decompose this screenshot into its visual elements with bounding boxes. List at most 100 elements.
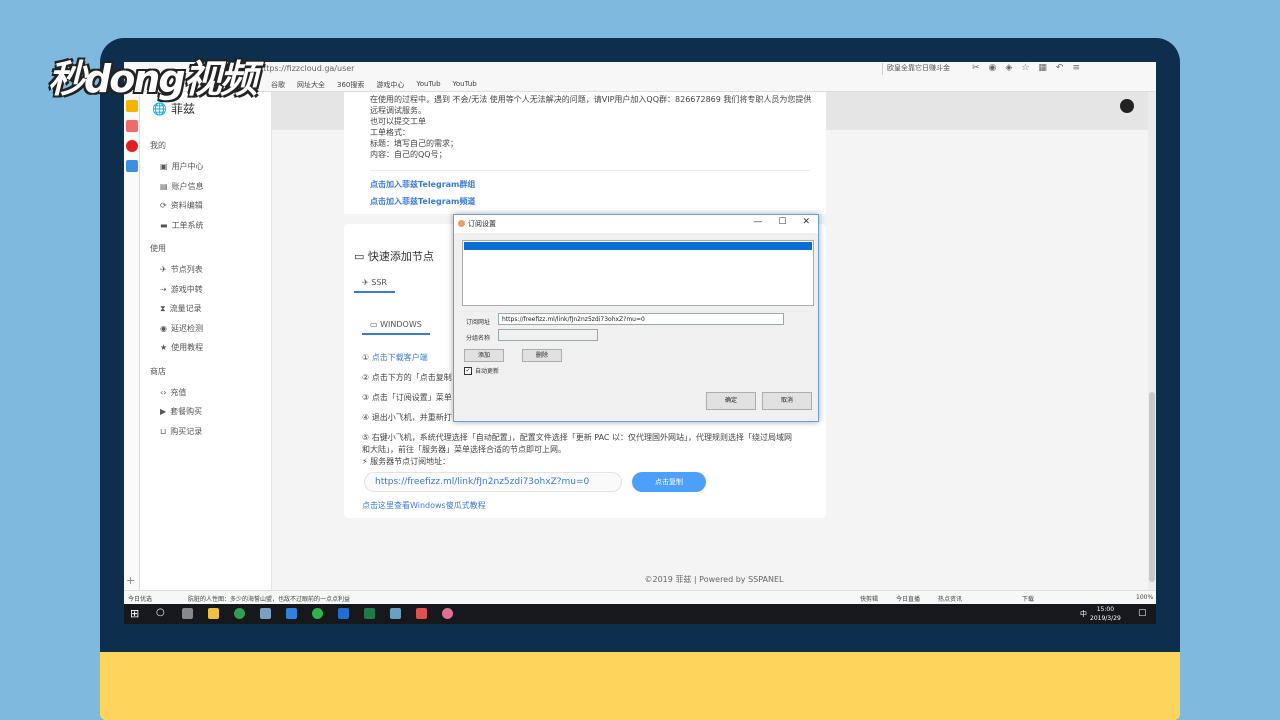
sidebar-item-user-center[interactable]: ▣ 用户中心 <box>140 157 272 177</box>
sidebar-item-buy-plan[interactable]: ▶ 套餐购买 <box>140 402 272 422</box>
notification-icon[interactable]: ▢ <box>1138 608 1147 618</box>
game-icon[interactable] <box>126 120 138 132</box>
status-item[interactable]: 今日直播 <box>896 594 920 603</box>
background-panel <box>100 650 1180 720</box>
video-icon: ▶ <box>160 407 167 417</box>
add-icon[interactable]: + <box>126 574 135 587</box>
section-title: 商店 <box>150 366 166 376</box>
wechat-icon[interactable] <box>312 608 323 619</box>
app-icon[interactable] <box>260 608 271 619</box>
clock[interactable]: 15:00 2019/3/29 <box>1090 605 1121 623</box>
notice-card: 在使用的过程中，遇到 不会/无法 使用等个人无法解决的问题，请VIP用户加入QQ… <box>344 92 826 214</box>
url-label: 订阅网址 <box>466 319 491 326</box>
close-icon[interactable]: ✕ <box>802 217 810 227</box>
group-input[interactable] <box>498 329 598 341</box>
url-input[interactable]: https://freefizz.ml/link/fJn2nz5zdi73ohx… <box>498 313 784 325</box>
sidebar-item-recharge[interactable]: ‹› 充值 <box>140 383 272 403</box>
scissors-icon[interactable]: ✂ <box>972 63 980 73</box>
star-icon: ★ <box>160 343 168 353</box>
account-icon: ▤ <box>160 181 168 191</box>
sidebar-item-tickets[interactable]: ▬ 工单系统 <box>140 216 272 236</box>
bookmark-icon[interactable]: ☆ <box>1021 63 1029 73</box>
bookmark[interactable]: 网址大全 <box>297 80 325 90</box>
page-scrollbar[interactable] <box>1148 92 1156 590</box>
telegram-channel-link[interactable]: 点击加入菲兹Telegram频道 <box>370 196 826 207</box>
weibo-icon[interactable] <box>126 140 138 152</box>
bookmark[interactable]: 谷歌 <box>271 80 285 90</box>
status-today-picks[interactable]: 今日优选 <box>128 594 152 603</box>
menu-icon[interactable]: ≡ <box>1072 63 1080 73</box>
notice-text: 标题：填写自己的需求； <box>370 139 458 148</box>
cart-icon: ⊔ <box>160 426 167 436</box>
cancel-button[interactable]: 取消 <box>762 392 812 410</box>
grid-icon[interactable]: ▦ <box>1038 63 1047 73</box>
status-item[interactable]: 热点资讯 <box>938 594 962 603</box>
status-news[interactable]: 肮脏的人性图：多少的海誓山盟，也敌不过眼前的一点点利益 <box>188 594 350 603</box>
page-footer: ©2019 菲兹 | Powered by SSPANEL <box>644 575 784 584</box>
sidebar-item-orders[interactable]: ⊔ 购买记录 <box>140 422 272 442</box>
sidebar-item-latency[interactable]: ◉ 延迟检测 <box>140 319 272 339</box>
ok-button[interactable]: 确定 <box>706 392 756 410</box>
relay-icon: ⇢ <box>160 284 167 294</box>
sidebar-item-game-relay[interactable]: ⇢ 游戏中转 <box>140 280 272 300</box>
window-controls: — ☐ ✕ <box>753 217 810 227</box>
bookmarks-bar: 手机收藏夹 谷歌 网址大全 360搜索 游戏中心 YouTub YouTub <box>224 80 477 90</box>
auto-update-label: 自动更新 <box>475 368 500 375</box>
extension-icon[interactable]: ◉ <box>989 63 997 73</box>
step-number-icon: ③ <box>362 393 370 402</box>
task-view-icon[interactable] <box>182 608 193 619</box>
status-item[interactable]: 下载 <box>1022 594 1034 603</box>
download-client-link[interactable]: 点击下载客户端 <box>372 353 428 362</box>
excel-icon[interactable] <box>364 608 375 619</box>
shadowsocks-icon[interactable] <box>442 608 453 619</box>
subscription-url-field[interactable]: https://freefizz.ml/link/fJn2nz5zdi73ohx… <box>364 472 622 492</box>
notice-text: 远程调试服务。 <box>370 106 426 115</box>
windows-start-icon[interactable]: ⊞ <box>130 607 139 620</box>
address-bar[interactable]: https://fizzcloud.ga/user <box>258 64 354 73</box>
user-icon[interactable] <box>1120 99 1134 113</box>
bookmark[interactable]: 游戏中心 <box>376 80 404 90</box>
folder-icon[interactable] <box>208 608 219 619</box>
telegram-group-link[interactable]: 点击加入菲兹Telegram群组 <box>370 179 826 190</box>
app-icon[interactable] <box>390 608 401 619</box>
subscription-list[interactable] <box>462 240 814 306</box>
scroll-thumb[interactable] <box>1149 392 1155 582</box>
zoom-level[interactable]: 100% <box>1136 594 1153 601</box>
sidebar-item-nodes[interactable]: ✈ 节点列表 <box>140 260 272 280</box>
add-button[interactable]: 添加 <box>464 349 504 362</box>
bookmark[interactable]: YouTub <box>416 80 440 90</box>
auto-update-checkbox[interactable]: ✓ <box>464 366 472 375</box>
browser-tool-icons: ✂ ◉ ◈ ☆ ▦ ↶ ≡ <box>972 63 1080 73</box>
selected-list-item[interactable] <box>464 242 812 250</box>
sidebar-item-traffic[interactable]: ⧗ 流量记录 <box>140 299 272 319</box>
step-number-icon: ⑤ <box>362 433 370 442</box>
copy-button[interactable]: 点击复制 <box>632 472 706 492</box>
browser-icon[interactable] <box>234 608 245 619</box>
undo-icon[interactable]: ↶ <box>1056 63 1064 73</box>
globe-icon: 🌐 <box>152 101 167 116</box>
search-icon[interactable]: ○ <box>156 607 165 618</box>
mail-icon[interactable] <box>126 160 138 172</box>
input-language[interactable]: 中 <box>1080 609 1087 619</box>
bookmark[interactable]: 360搜索 <box>337 80 364 90</box>
sidebar-item-tutorial[interactable]: ★ 使用教程 <box>140 338 272 358</box>
minimize-icon[interactable]: — <box>753 217 762 227</box>
notice-text: 在使用的过程中，遇到 不会/无法 使用等个人无法解决的问题，请VIP用户加入QQ… <box>370 95 812 104</box>
search-input[interactable]: 欧皇全靠它日赚斗金 <box>882 63 964 75</box>
tab-ssr[interactable]: ✈ SSR <box>354 274 395 293</box>
status-item[interactable]: 快剪辑 <box>860 594 878 603</box>
app-icon[interactable] <box>338 608 349 619</box>
subscription-label: ⚡ 服务器节点订阅地址： <box>362 457 451 466</box>
app-icon[interactable] <box>286 608 297 619</box>
tab-windows[interactable]: ▭ WINDOWS <box>362 316 430 335</box>
sidebar-item-account[interactable]: ▤ 账户信息 <box>140 177 272 197</box>
app-icon[interactable] <box>416 608 427 619</box>
bookmark[interactable]: YouTub <box>453 80 477 90</box>
browser-status-bar: 今日优选 肮脏的人性图：多少的海誓山盟，也敌不过眼前的一点点利益 快剪辑 今日直… <box>124 590 1156 604</box>
shield-icon[interactable]: ◈ <box>1005 63 1012 73</box>
maximize-icon[interactable]: ☐ <box>778 217 786 227</box>
sidebar-item-edit-profile[interactable]: ⟳ 资料编辑 <box>140 196 272 216</box>
dialog-title: 订阅设置 <box>468 220 496 228</box>
windows-tutorial-link[interactable]: 点击这里查看Windows傻瓜式教程 <box>362 500 486 511</box>
delete-button[interactable]: 删除 <box>522 349 562 362</box>
